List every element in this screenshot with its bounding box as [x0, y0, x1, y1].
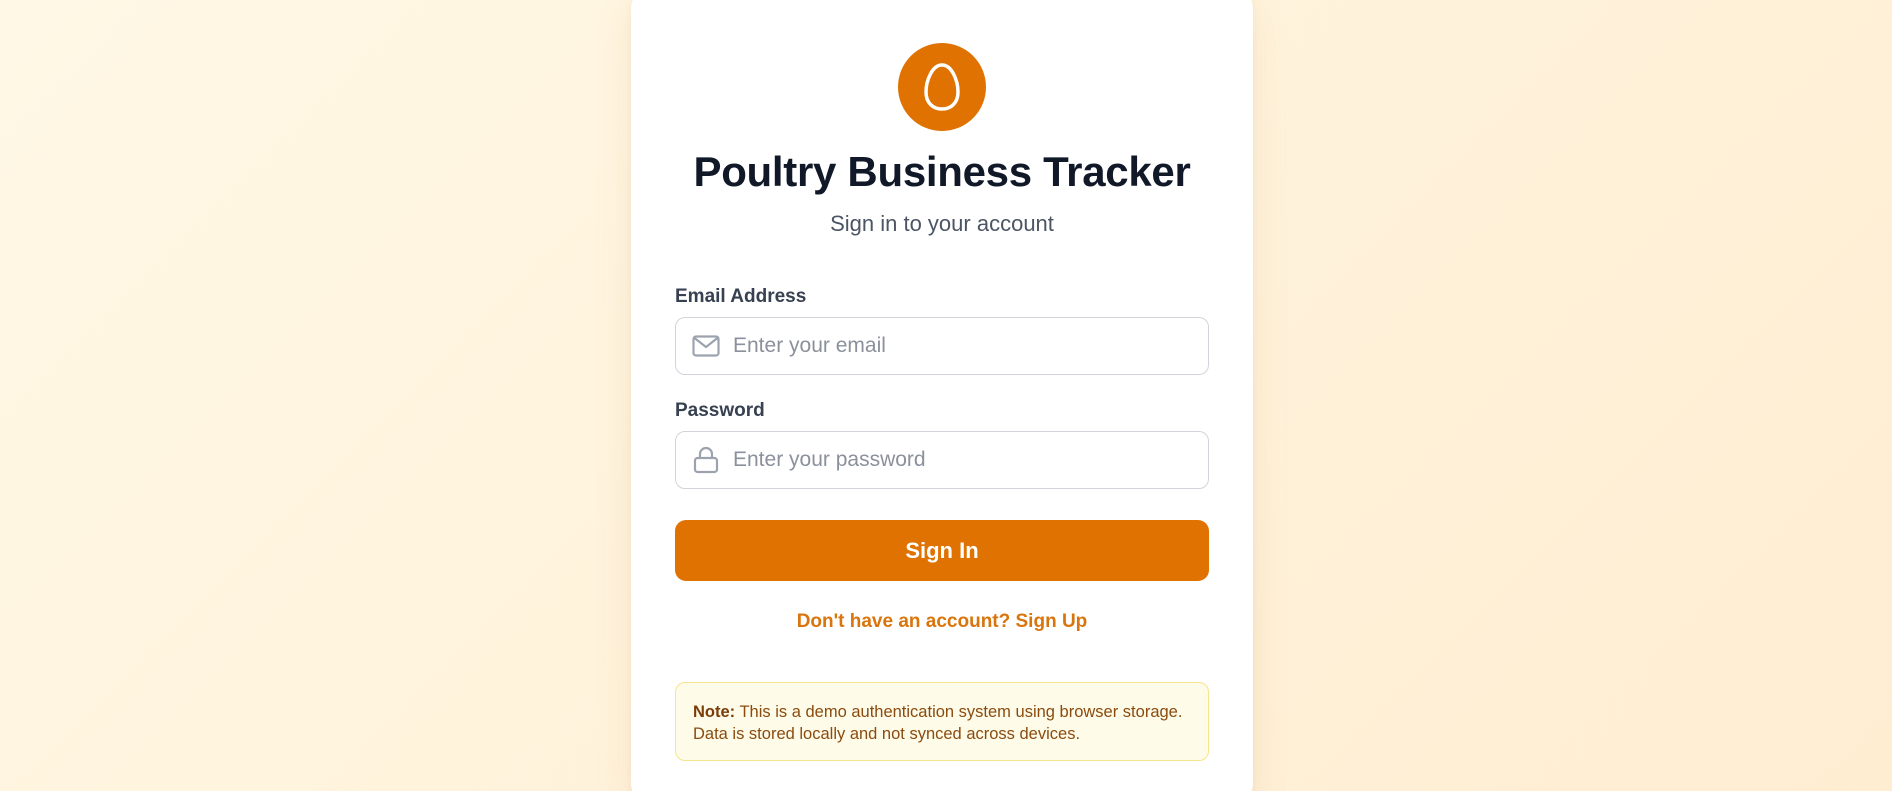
app-logo — [898, 43, 986, 131]
page-title: Poultry Business Tracker — [693, 148, 1191, 195]
sign-up-link[interactable]: Don't have an account? Sign Up — [631, 611, 1253, 633]
mail-icon — [691, 331, 721, 361]
note-text: This is a demo authentication system usi… — [693, 703, 1183, 743]
password-input[interactable] — [733, 448, 1193, 472]
sign-in-button[interactable]: Sign In — [675, 520, 1209, 581]
page-subtitle: Sign in to your account — [830, 211, 1054, 236]
note-prefix: Note: — [693, 703, 736, 721]
email-label: Email Address — [675, 286, 807, 307]
lock-icon — [691, 445, 721, 475]
email-field[interactable] — [675, 317, 1209, 375]
email-input[interactable] — [733, 334, 1193, 358]
login-card: Poultry Business Tracker Sign in to your… — [631, 0, 1253, 791]
password-field[interactable] — [675, 431, 1209, 489]
password-label: Password — [675, 400, 765, 421]
egg-icon — [924, 63, 960, 111]
demo-note: Note: This is a demo authentication syst… — [675, 682, 1209, 761]
